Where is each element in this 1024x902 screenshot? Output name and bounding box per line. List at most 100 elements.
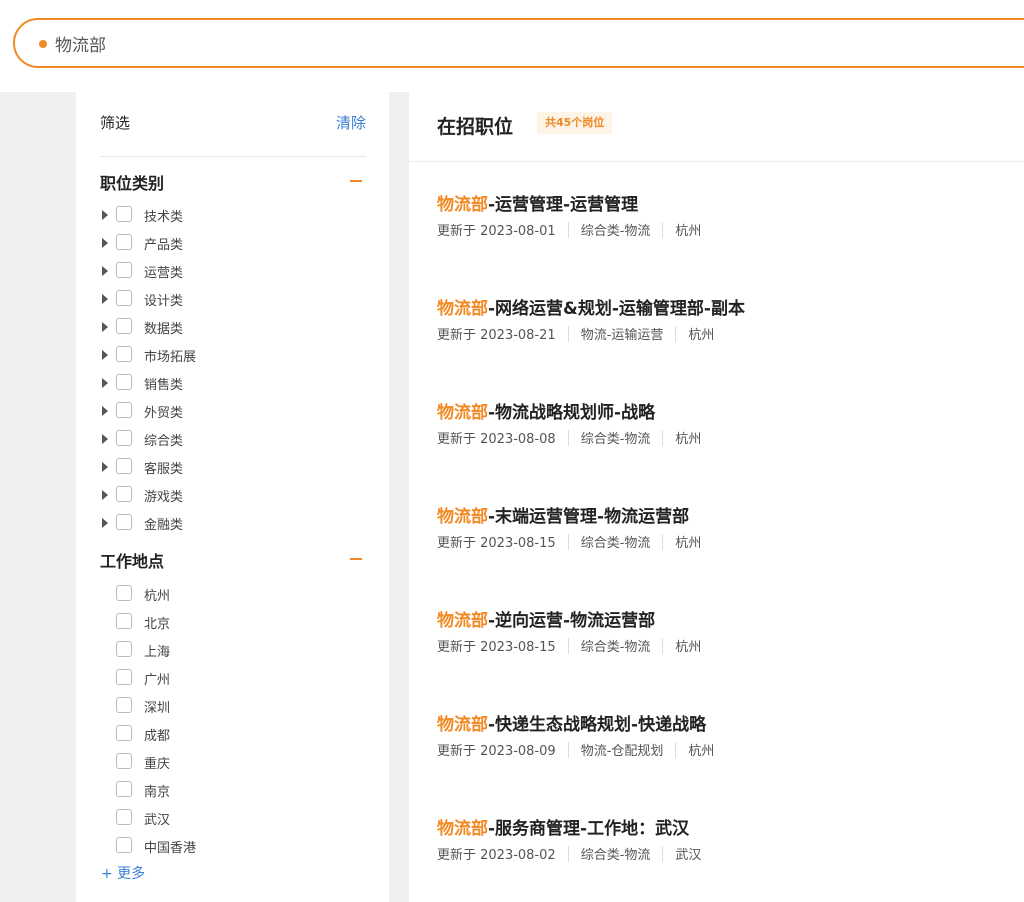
category-checkbox[interactable] xyxy=(116,486,132,502)
location-option[interactable]: 深圳 xyxy=(76,696,326,716)
location-option[interactable]: 成都 xyxy=(76,724,326,744)
expand-caret-icon[interactable] xyxy=(102,238,108,248)
expand-caret-icon[interactable] xyxy=(102,322,108,332)
category-group-title: 职位类别 xyxy=(100,174,165,193)
job-title[interactable]: 物流部-快递生态战略规划-快递战略 xyxy=(437,710,706,735)
location-option[interactable]: 武汉 xyxy=(76,808,326,828)
category-label: 市场拓展 xyxy=(144,350,197,365)
search-input[interactable] xyxy=(55,29,755,57)
job-item[interactable]: 物流部-快递生态战略规划-快递战略 更新于 2023-08-09 物流-仓配规划 杭… xyxy=(437,710,997,770)
expand-caret-icon[interactable] xyxy=(102,434,108,444)
job-title[interactable]: 物流部-网络运营&规划-运输管理部-副本 xyxy=(437,294,745,319)
job-updated: 更新于 2023-08-09 xyxy=(437,744,556,759)
header-divider xyxy=(409,161,1024,162)
expand-caret-icon[interactable] xyxy=(102,294,108,304)
job-category: 综合类-物流 xyxy=(580,432,651,447)
location-option[interactable]: 广州 xyxy=(76,668,326,688)
category-checkbox[interactable] xyxy=(116,290,132,306)
meta-separator xyxy=(662,637,664,654)
location-group-title: 工作地点 xyxy=(100,552,165,571)
category-checkbox[interactable] xyxy=(116,234,132,250)
location-checkbox[interactable] xyxy=(116,641,132,657)
job-title[interactable]: 物流部-服务商管理-工作地：武汉 xyxy=(437,814,689,839)
job-meta: 更新于 2023-08-09 物流-仓配规划 杭州 xyxy=(437,740,714,760)
category-checkbox[interactable] xyxy=(116,458,132,474)
job-title[interactable]: 物流部-末端运营管理-物流运营部 xyxy=(437,502,689,527)
location-option[interactable]: 南京 xyxy=(76,780,326,800)
location-option[interactable]: 杭州 xyxy=(76,584,326,604)
expand-caret-icon[interactable] xyxy=(102,350,108,360)
job-item[interactable]: 物流部-运营管理-运营管理 更新于 2023-08-01 综合类-物流 杭州 xyxy=(437,190,997,250)
category-option[interactable]: 产品类 xyxy=(76,233,326,253)
job-category: 综合类-物流 xyxy=(580,224,651,239)
category-label: 运营类 xyxy=(144,266,184,281)
category-checkbox[interactable] xyxy=(116,346,132,362)
location-option[interactable]: 中国香港 xyxy=(76,836,326,856)
category-option[interactable]: 游戏类 xyxy=(76,485,326,505)
job-dept-highlight: 物流部 xyxy=(437,299,488,319)
category-option[interactable]: 外贸类 xyxy=(76,401,326,421)
expand-caret-icon[interactable] xyxy=(102,210,108,220)
category-option[interactable]: 金融类 xyxy=(76,513,326,533)
location-label: 北京 xyxy=(144,617,171,632)
category-checkbox[interactable] xyxy=(116,262,132,278)
more-locations-link[interactable]: + 更多 xyxy=(101,863,145,883)
category-checkbox[interactable] xyxy=(116,206,132,222)
location-checkbox[interactable] xyxy=(116,781,132,797)
expand-caret-icon[interactable] xyxy=(102,490,108,500)
location-option[interactable]: 上海 xyxy=(76,640,326,660)
category-checkbox[interactable] xyxy=(116,402,132,418)
job-title[interactable]: 物流部-运营管理-运营管理 xyxy=(437,190,638,215)
job-item[interactable]: 物流部-物流战略规划师-战略 更新于 2023-08-08 综合类-物流 杭州 xyxy=(437,398,997,458)
location-checkbox[interactable] xyxy=(116,697,132,713)
category-option[interactable]: 数据类 xyxy=(76,317,326,337)
job-list-panel: 在招职位 共45个岗位 物流部-运营管理-运营管理 更新于 2023-08-01… xyxy=(409,92,1024,902)
expand-caret-icon[interactable] xyxy=(102,266,108,276)
job-category: 综合类-物流 xyxy=(580,848,651,863)
location-checkbox[interactable] xyxy=(116,613,132,629)
category-option[interactable]: 综合类 xyxy=(76,429,326,449)
job-item[interactable]: 物流部-逆向运营-物流运营部 更新于 2023-08-15 综合类-物流 杭州 xyxy=(437,606,997,666)
location-checkbox[interactable] xyxy=(116,725,132,741)
job-updated: 更新于 2023-08-21 xyxy=(437,328,556,343)
clear-filters-link[interactable]: 清除 xyxy=(336,112,366,133)
location-checkbox[interactable] xyxy=(116,753,132,769)
job-title[interactable]: 物流部-物流战略规划师-战略 xyxy=(437,398,655,423)
job-title[interactable]: 物流部-逆向运营-物流运营部 xyxy=(437,606,655,631)
job-item[interactable]: 物流部-网络运营&规划-运输管理部-副本 更新于 2023-08-21 物流-运输… xyxy=(437,294,997,354)
category-checkbox[interactable] xyxy=(116,430,132,446)
category-checkbox[interactable] xyxy=(116,318,132,334)
collapse-categories-icon[interactable] xyxy=(350,180,362,182)
expand-caret-icon[interactable] xyxy=(102,406,108,416)
job-title-text: -服务商管理-工作地：武汉 xyxy=(488,819,690,839)
location-checkbox[interactable] xyxy=(116,585,132,601)
category-option[interactable]: 市场拓展 xyxy=(76,345,326,365)
filter-title: 筛选 xyxy=(100,114,131,132)
job-meta: 更新于 2023-08-15 综合类-物流 杭州 xyxy=(437,636,701,656)
collapse-locations-icon[interactable] xyxy=(350,558,362,560)
category-option[interactable]: 运营类 xyxy=(76,261,326,281)
category-option[interactable]: 技术类 xyxy=(76,205,326,225)
search-box[interactable] xyxy=(13,18,1024,68)
category-checkbox[interactable] xyxy=(116,514,132,530)
location-label: 深圳 xyxy=(144,701,171,716)
location-option[interactable]: 重庆 xyxy=(76,752,326,772)
expand-caret-icon[interactable] xyxy=(102,518,108,528)
location-option[interactable]: 北京 xyxy=(76,612,326,632)
category-option[interactable]: 销售类 xyxy=(76,373,326,393)
expand-caret-icon[interactable] xyxy=(102,462,108,472)
job-item[interactable]: 物流部-服务商管理-工作地：武汉 更新于 2023-08-02 综合类-物流 武汉 xyxy=(437,814,997,874)
job-item[interactable]: 物流部-末端运营管理-物流运营部 更新于 2023-08-15 综合类-物流 杭州 xyxy=(437,502,997,562)
expand-caret-icon[interactable] xyxy=(102,378,108,388)
job-city: 杭州 xyxy=(675,224,702,239)
job-dept-highlight: 物流部 xyxy=(437,819,488,839)
category-label: 金融类 xyxy=(144,518,184,533)
location-checkbox[interactable] xyxy=(116,669,132,685)
location-checkbox[interactable] xyxy=(116,837,132,853)
job-city: 杭州 xyxy=(675,536,702,551)
category-option[interactable]: 设计类 xyxy=(76,289,326,309)
category-checkbox[interactable] xyxy=(116,374,132,390)
location-checkbox[interactable] xyxy=(116,809,132,825)
filter-header: 筛选 清除 xyxy=(100,112,366,134)
category-option[interactable]: 客服类 xyxy=(76,457,326,477)
